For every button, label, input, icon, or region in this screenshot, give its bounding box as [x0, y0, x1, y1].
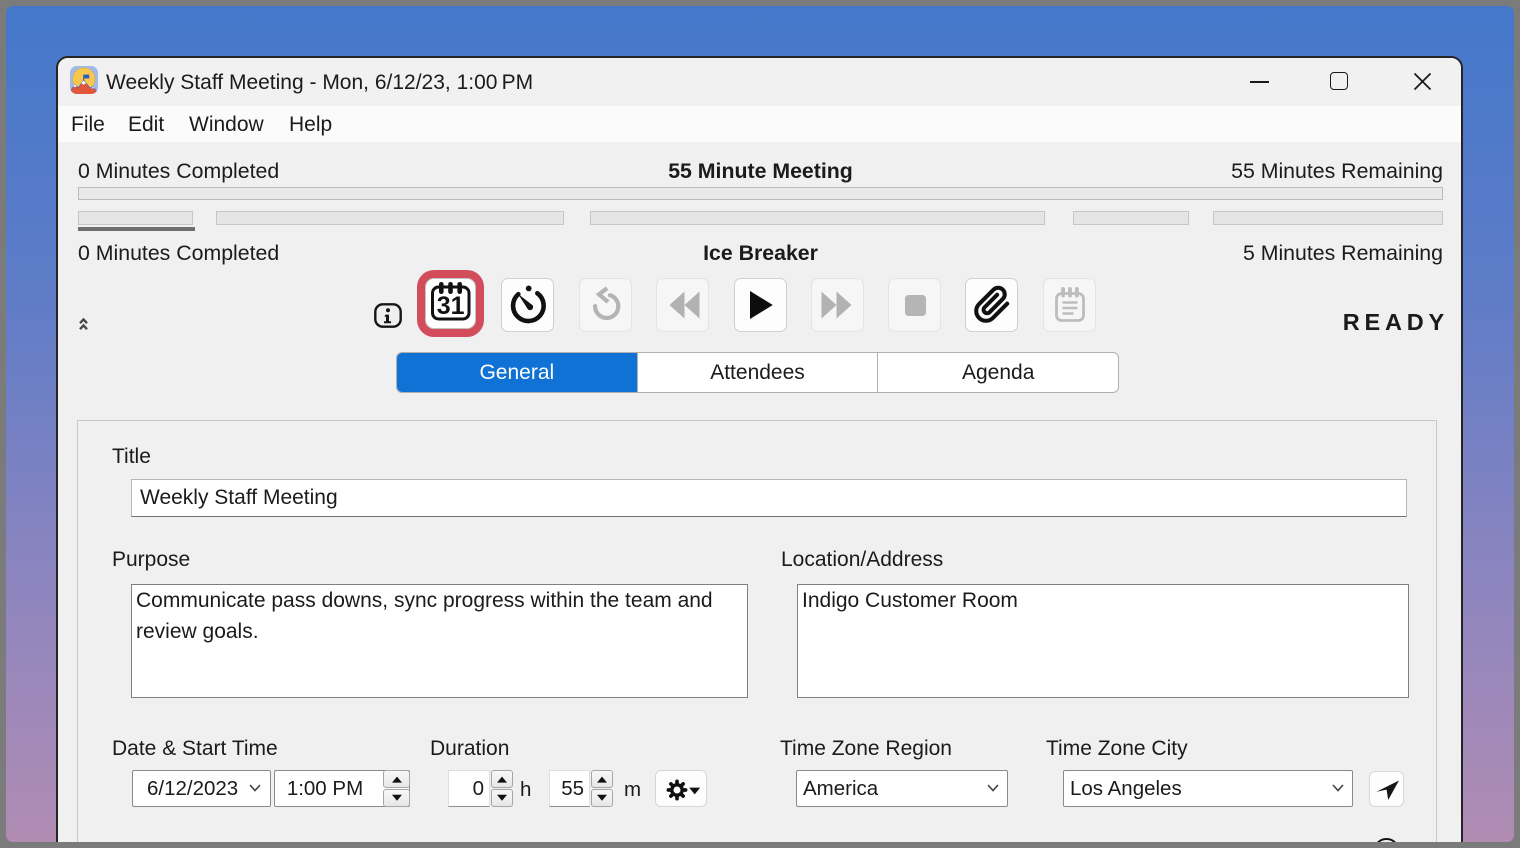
svg-text:31: 31 [437, 292, 465, 320]
